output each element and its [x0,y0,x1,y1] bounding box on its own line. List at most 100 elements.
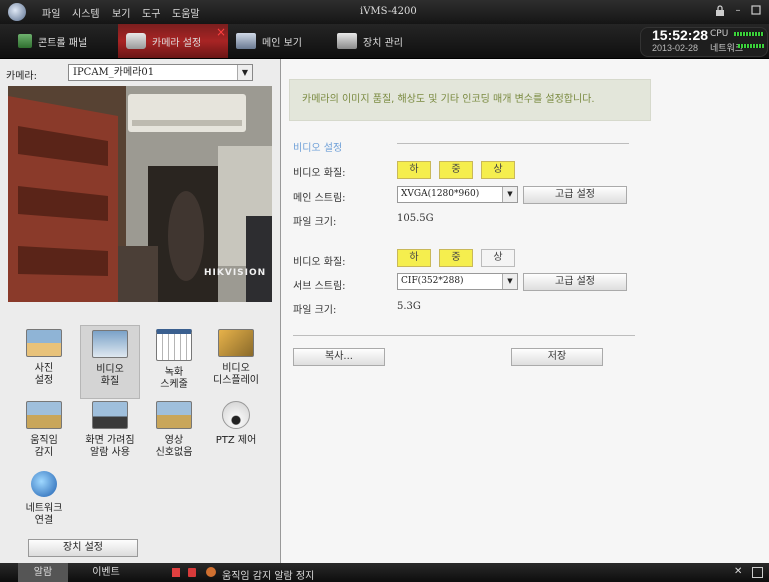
sub-quality-label: 비디오 화질: [293,257,346,268]
clock-time: 15:52:28 [652,27,709,43]
camera-select[interactable]: IPCAM_카메라01 ▼ [68,64,253,81]
main-advanced-settings-button[interactable]: 고급 설정 [523,186,627,204]
network-connection-icon [31,471,57,497]
tab-control-panel[interactable]: 콘트롤 패널 [0,24,100,58]
tool-motion-detection[interactable]: 움직임 감지 [14,401,74,459]
tool-network-connection[interactable]: 네트워크 연결 [14,471,74,527]
tool-label: 사진 [34,363,54,374]
device-management-icon [337,33,357,49]
sub-advanced-settings-button[interactable]: 고급 설정 [523,273,627,291]
chevron-down-icon: ▼ [237,65,252,80]
tool-tamper-alarm[interactable]: 화면 가려짐 알람 사용 [80,401,140,459]
tool-label: 화면 가려짐 [85,435,135,446]
device-settings-button[interactable]: 장치 설정 [28,539,138,557]
tab-label: 장치 관리 [363,37,403,49]
sub-size-label: 파일 크기: [293,305,337,316]
recording-schedule-icon [156,329,192,361]
chevron-down-icon: ▼ [502,187,517,202]
camera-preview: HIKVISION [8,86,272,302]
tool-label: 신호없음 [155,447,193,458]
info-banner: 카메라의 이미지 품질, 해상도 및 기타 인코딩 매개 변수를 설정합니다. [289,79,651,121]
tab-camera-settings[interactable]: 카메라 설정 × [118,24,228,58]
tool-video-quality[interactable]: 비디오 화질 [80,325,140,399]
tool-label: 디스플레이 [213,375,259,386]
tool-label: 알람 사용 [90,447,130,458]
tool-video-display[interactable]: 비디오 디스플레이 [206,329,266,387]
tamper-alarm-icon [92,401,128,429]
restore-icon[interactable] [750,5,762,17]
main-size-label: 파일 크기: [293,217,337,228]
sub-quality-mid-button[interactable]: 중 [439,249,473,267]
video-settings-panel: 카메라의 이미지 품질, 해상도 및 기타 인코딩 매개 변수를 설정합니다. … [281,59,769,563]
tool-label: 설정 [34,375,54,386]
sub-quality-low-button[interactable]: 하 [397,249,431,267]
clock-date: 2013-02-28 [652,43,699,53]
copy-button[interactable]: 복사... [293,348,385,366]
cpu-label: CPU [710,29,729,39]
tool-video-loss[interactable]: 영상 신호없음 [144,401,204,459]
main-quality-high-button[interactable]: 상 [481,161,515,179]
menu-tools[interactable]: 도구 [142,5,160,20]
menu-help[interactable]: 도움말 [172,5,200,20]
tool-label: 화질 [100,376,120,387]
main-stream-label: 메인 스트림: [293,193,346,204]
pin-icon[interactable]: ✕ [734,567,744,577]
tool-label: PTZ 제어 [215,435,257,446]
status-message: 움직임 감지 알람 정지 [222,571,315,582]
record-icon [188,568,196,577]
sub-stream-value: CIF(352*288) [401,276,464,286]
close-tab-icon[interactable]: × [216,25,226,39]
app-logo-icon [8,3,26,21]
camera-label: 카메라: [6,71,37,82]
app-title: iVMS-4200 [360,6,417,17]
main-stream-select[interactable]: XVGA(1280*960) ▼ [397,186,518,203]
tool-image-settings[interactable]: 사진 설정 [14,329,74,387]
title-bar: 파일 시스템 보기 도구 도움말 iVMS-4200 – [0,0,769,24]
tool-label: 비디오 [222,363,250,374]
save-button[interactable]: 저장 [511,348,603,366]
tab-event[interactable]: 이벤트 [76,563,136,582]
video-display-icon [218,329,254,357]
video-loss-icon [156,401,192,429]
sub-stream-select[interactable]: CIF(352*288) ▼ [397,273,518,290]
main-size-value: 105.5G [397,213,434,224]
network-meter [738,44,764,48]
tool-recording-schedule[interactable]: 녹화 스케줄 [144,329,204,391]
bottom-divider [293,335,635,336]
menu-view[interactable]: 보기 [112,5,130,20]
sub-stream-label: 서브 스트림: [293,281,346,292]
image-settings-icon [26,329,62,357]
tab-alarm[interactable]: 알람 [18,563,68,582]
tool-label: 네트워크 [25,503,63,514]
tab-label: 메인 보기 [262,37,302,49]
camera-select-value: IPCAM_카메라01 [73,67,155,78]
sub-size-value: 5.3G [397,301,421,312]
tab-label: 카메라 설정 [152,37,202,49]
lock-icon[interactable] [714,5,726,17]
tool-label: 감지 [34,447,54,458]
menu-file[interactable]: 파일 [42,5,60,20]
main-quality-low-button[interactable]: 하 [397,161,431,179]
tool-label: 녹화 [164,367,184,378]
minimize-icon[interactable]: – [732,5,744,17]
tab-main-view[interactable]: 메인 보기 [236,24,336,58]
control-panel-icon [18,34,32,48]
sub-quality-high-button[interactable]: 상 [481,249,515,267]
tool-label: 스케줄 [160,379,188,390]
tab-device-management[interactable]: 장치 관리 [337,24,437,58]
sound-icon [206,567,216,577]
tool-label: 연결 [34,515,54,526]
motion-detection-icon [26,401,62,429]
main-quality-mid-button[interactable]: 중 [439,161,473,179]
tab-label: 콘트롤 패널 [38,37,88,49]
menu-system[interactable]: 시스템 [72,5,100,20]
tool-label: 비디오 [96,364,124,375]
main-tab-bar: 콘트롤 패널 카메라 설정 × 메인 보기 장치 관리 15:52:28 201… [0,24,769,59]
tool-ptz-control[interactable]: PTZ 제어 [206,401,266,447]
camera-left-panel: 카메라: IPCAM_카메라01 ▼ HIKVISION 사진 설정 비디오 화… [0,59,281,563]
main-quality-label: 비디오 화질: [293,168,346,179]
section-title: 비디오 설정 [293,143,343,154]
panel-toggle-icon[interactable] [752,567,763,578]
alarm-icon [172,568,180,577]
tool-label: 움직임 [30,435,58,446]
